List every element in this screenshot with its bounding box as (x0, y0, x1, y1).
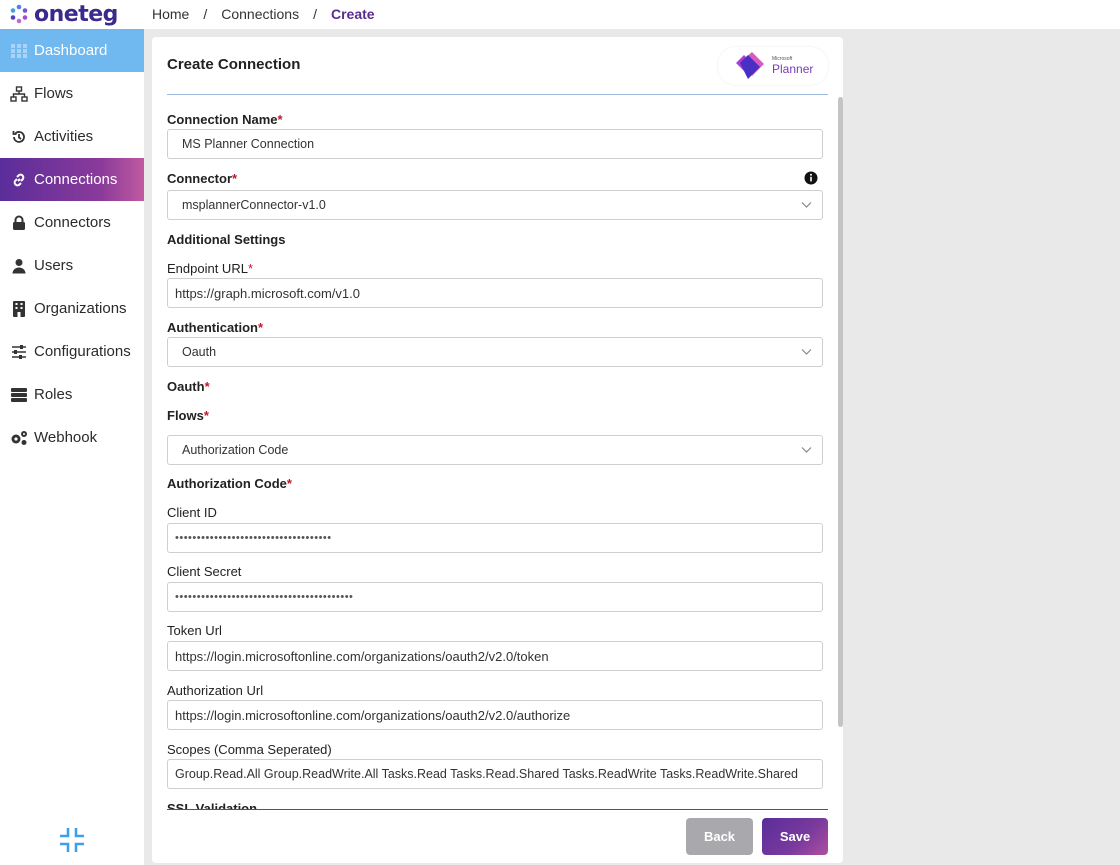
sidebar-item-connections[interactable]: Connections (0, 158, 144, 201)
ssl-validation-label: SSL Validation (167, 801, 258, 809)
breadcrumb-connections[interactable]: Connections (221, 6, 299, 22)
form-scroll-area[interactable]: Connection Name* MS Planner Connection C… (152, 95, 843, 809)
back-button[interactable]: Back (686, 818, 753, 855)
authorization-url-label: Authorization Url (167, 683, 264, 698)
planner-logo-product: Planner (772, 62, 814, 76)
breadcrumb-home[interactable]: Home (152, 6, 189, 22)
sidebar-item-label: Webhook (34, 429, 98, 446)
endpoint-url-label: Endpoint URL* (167, 261, 254, 276)
sidebar-item-label: Configurations (34, 343, 131, 360)
breadcrumb-separator: / (313, 6, 317, 22)
server-icon (10, 386, 28, 404)
breadcrumb-current: Create (330, 6, 375, 22)
gears-icon (10, 429, 28, 447)
authentication-select-value: Oauth (182, 345, 217, 359)
top-bar: oneteg Home / Connections / Create (0, 0, 1120, 29)
scopes-input[interactable]: Group.Read.All Group.ReadWrite.All Tasks… (167, 759, 823, 789)
create-connection-card: Create Connection Microsoft Planner Conn… (152, 37, 843, 863)
brand-name: oneteg (34, 1, 118, 27)
client-id-label: Client ID (167, 505, 217, 520)
connector-select-value: msplannerConnector-v1.0 (182, 198, 326, 212)
collapse-sidebar-icon[interactable] (58, 826, 86, 854)
grid-icon (10, 42, 28, 60)
sidebar-item-label: Roles (34, 386, 73, 403)
authorization-code-heading: Authorization Code* (167, 476, 292, 491)
connector-select[interactable]: msplannerConnector-v1.0 (167, 190, 823, 220)
sidebar-item-connectors[interactable]: Connectors (0, 201, 144, 244)
sidebar-item-label: Organizations (34, 300, 127, 317)
footer-divider (167, 809, 828, 810)
additional-settings-heading: Additional Settings (167, 232, 286, 247)
planner-logo-icon (736, 52, 764, 79)
brand-logo[interactable]: oneteg (8, 1, 118, 27)
lock-icon (10, 214, 28, 232)
sitemap-icon (10, 85, 28, 103)
flows-select-value: Authorization Code (182, 443, 289, 457)
scopes-label: Scopes (Comma Seperated) (167, 742, 332, 757)
sidebar-item-activities[interactable]: Activities (0, 115, 144, 158)
form-scrollbar[interactable] (838, 97, 843, 727)
sidebar-item-dashboard[interactable]: Dashboard (0, 29, 144, 72)
sidebar-item-flows[interactable]: Flows (0, 72, 144, 115)
client-id-input[interactable]: •••••••••••••••••••••••••••••••••••• (167, 523, 823, 553)
authorization-url-input[interactable]: https://login.microsoftonline.com/organi… (167, 700, 823, 730)
sidebar-item-label: Activities (34, 128, 94, 145)
save-button[interactable]: Save (762, 818, 828, 855)
chevron-down-icon (801, 202, 812, 208)
sidebar-item-configurations[interactable]: Configurations (0, 330, 144, 373)
flows-label: Flows* (167, 408, 209, 423)
info-icon[interactable] (804, 171, 818, 185)
sidebar-item-label: Connections (34, 171, 118, 188)
connection-name-input[interactable]: MS Planner Connection (167, 129, 823, 159)
sidebar-item-organizations[interactable]: Organizations (0, 287, 144, 330)
history-icon (10, 128, 28, 146)
flows-select[interactable]: Authorization Code (167, 435, 823, 465)
sidebar-item-label: Flows (34, 85, 74, 102)
sidebar-item-roles[interactable]: Roles (0, 373, 144, 416)
user-icon (10, 257, 28, 275)
connection-name-label: Connection Name* (167, 112, 283, 127)
authentication-select[interactable]: Oauth (167, 337, 823, 367)
oneteg-logo-icon (10, 4, 28, 24)
token-url-label: Token Url (167, 623, 222, 638)
token-url-input[interactable]: https://login.microsoftonline.com/organi… (167, 641, 823, 671)
link-icon (10, 171, 28, 189)
sidebar-item-webhook[interactable]: Webhook (0, 416, 144, 459)
sidebar-item-label: Users (34, 257, 74, 274)
client-secret-input[interactable]: ••••••••••••••••••••••••••••••••••••••••… (167, 582, 823, 612)
breadcrumb: Home / Connections / Create (152, 6, 375, 22)
endpoint-url-input[interactable]: https://graph.microsoft.com/v1.0 (167, 278, 823, 308)
sidebar-item-label: Connectors (34, 214, 111, 231)
chevron-down-icon (801, 349, 812, 355)
sidebar: Dashboard Flows Activities Connections C… (0, 29, 144, 865)
authentication-label: Authentication* (167, 320, 264, 335)
connector-label: Connector* (167, 171, 238, 186)
sidebar-item-label: Dashboard (34, 42, 108, 59)
sidebar-item-users[interactable]: Users (0, 244, 144, 287)
oauth-heading: Oauth* (167, 379, 210, 394)
planner-logo: Microsoft Planner (718, 47, 828, 85)
sliders-icon (10, 343, 28, 361)
client-secret-label: Client Secret (167, 564, 242, 579)
breadcrumb-separator: / (203, 6, 208, 22)
page-title: Create Connection (167, 56, 301, 73)
chevron-down-icon (801, 447, 812, 453)
building-icon (10, 300, 28, 318)
